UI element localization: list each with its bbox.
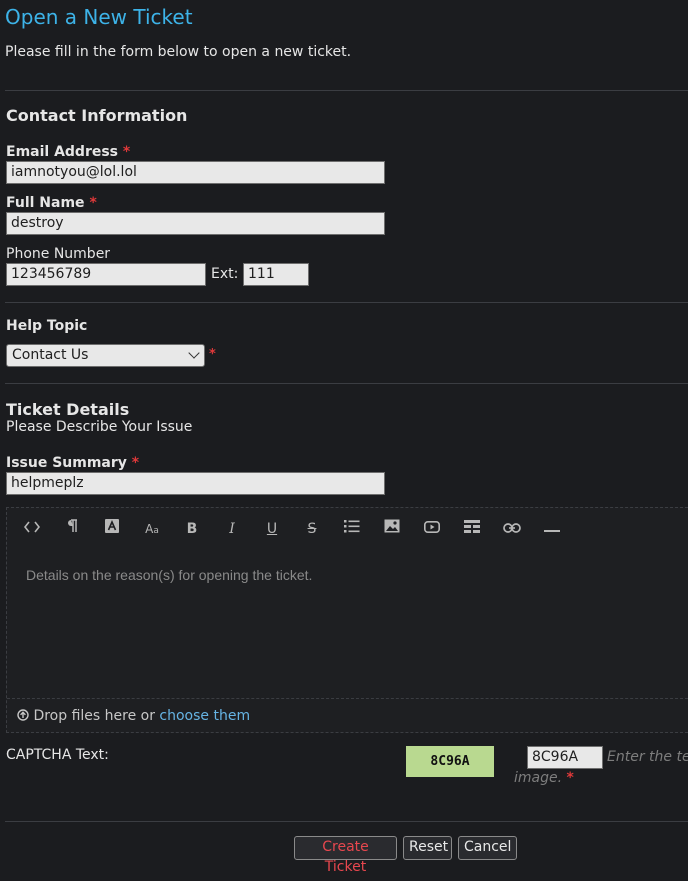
table-icon[interactable] [458,518,486,540]
ticket-details-title: Ticket Details [6,400,130,419]
phone-field[interactable]: 123456789 [6,263,206,286]
ticket-details-editor[interactable]: Aa B I U S Details on the reason(s) for … [6,507,688,733]
bullet-list-icon[interactable] [338,518,366,540]
issue-summary-field[interactable]: helpmeplz [6,472,385,495]
upload-icon [17,708,33,724]
issue-summary-label: Issue Summary * [6,455,140,471]
video-icon[interactable] [418,518,446,540]
editor-placeholder: Details on the reason(s) for opening the… [26,567,313,583]
ext-label: Ext: [211,266,239,282]
required-mark: * [89,195,97,211]
phone-ext-field[interactable]: 111 [243,263,309,286]
paragraph-icon[interactable] [58,518,86,540]
divider [5,821,688,822]
bold-icon[interactable]: B [178,518,206,540]
required-mark: * [566,770,574,786]
required-mark: * [122,144,131,160]
email-label: Email Address * [6,144,131,160]
help-topic-select[interactable]: Contact Us [6,344,205,367]
editor-toolbar: Aa B I U S [7,508,688,548]
drop-text: Drop files here or [33,708,155,724]
text-color-icon[interactable] [98,518,126,540]
required-mark: * [209,347,216,362]
required-mark: * [131,455,140,471]
choose-files-link[interactable]: choose them [159,708,250,724]
captcha-input[interactable]: 8C96A [527,746,603,769]
strikethrough-icon[interactable]: S [298,518,326,540]
font-size-icon[interactable]: Aa [138,518,166,540]
divider [5,302,688,303]
link-icon[interactable] [498,518,526,540]
captcha-hint-line2: image. * [514,770,574,786]
full-name-label: Full Name * [6,195,97,211]
underline-icon[interactable]: U [258,518,286,540]
ticket-details-subtitle: Please Describe Your Issue [6,419,193,435]
reset-button[interactable]: Reset [403,836,452,860]
image-icon[interactable] [378,518,406,540]
cancel-button[interactable]: Cancel [458,836,517,860]
attachment-dropzone[interactable]: Drop files here or choose them [7,698,688,733]
captcha-image: 8C96A [406,746,494,777]
chevron-down-icon [188,347,200,359]
page-intro: Please fill in the form below to open a … [5,44,352,60]
create-ticket-button[interactable]: Create Ticket [294,836,397,875]
full-name-field[interactable]: destroy [6,212,385,235]
code-view-icon[interactable] [18,518,46,540]
horizontal-rule-icon[interactable] [538,518,566,540]
captcha-hint: Enter the te [607,749,688,765]
phone-label: Phone Number [6,246,111,262]
italic-icon[interactable]: I [218,518,246,540]
captcha-label: CAPTCHA Text: [6,747,109,763]
divider [5,90,688,91]
contact-section-title: Contact Information [6,106,188,125]
email-field[interactable]: iamnotyou@lol.lol [6,161,385,184]
page-title: Open a New Ticket [5,5,193,29]
help-topic-title: Help Topic [6,318,88,334]
divider [5,383,688,384]
